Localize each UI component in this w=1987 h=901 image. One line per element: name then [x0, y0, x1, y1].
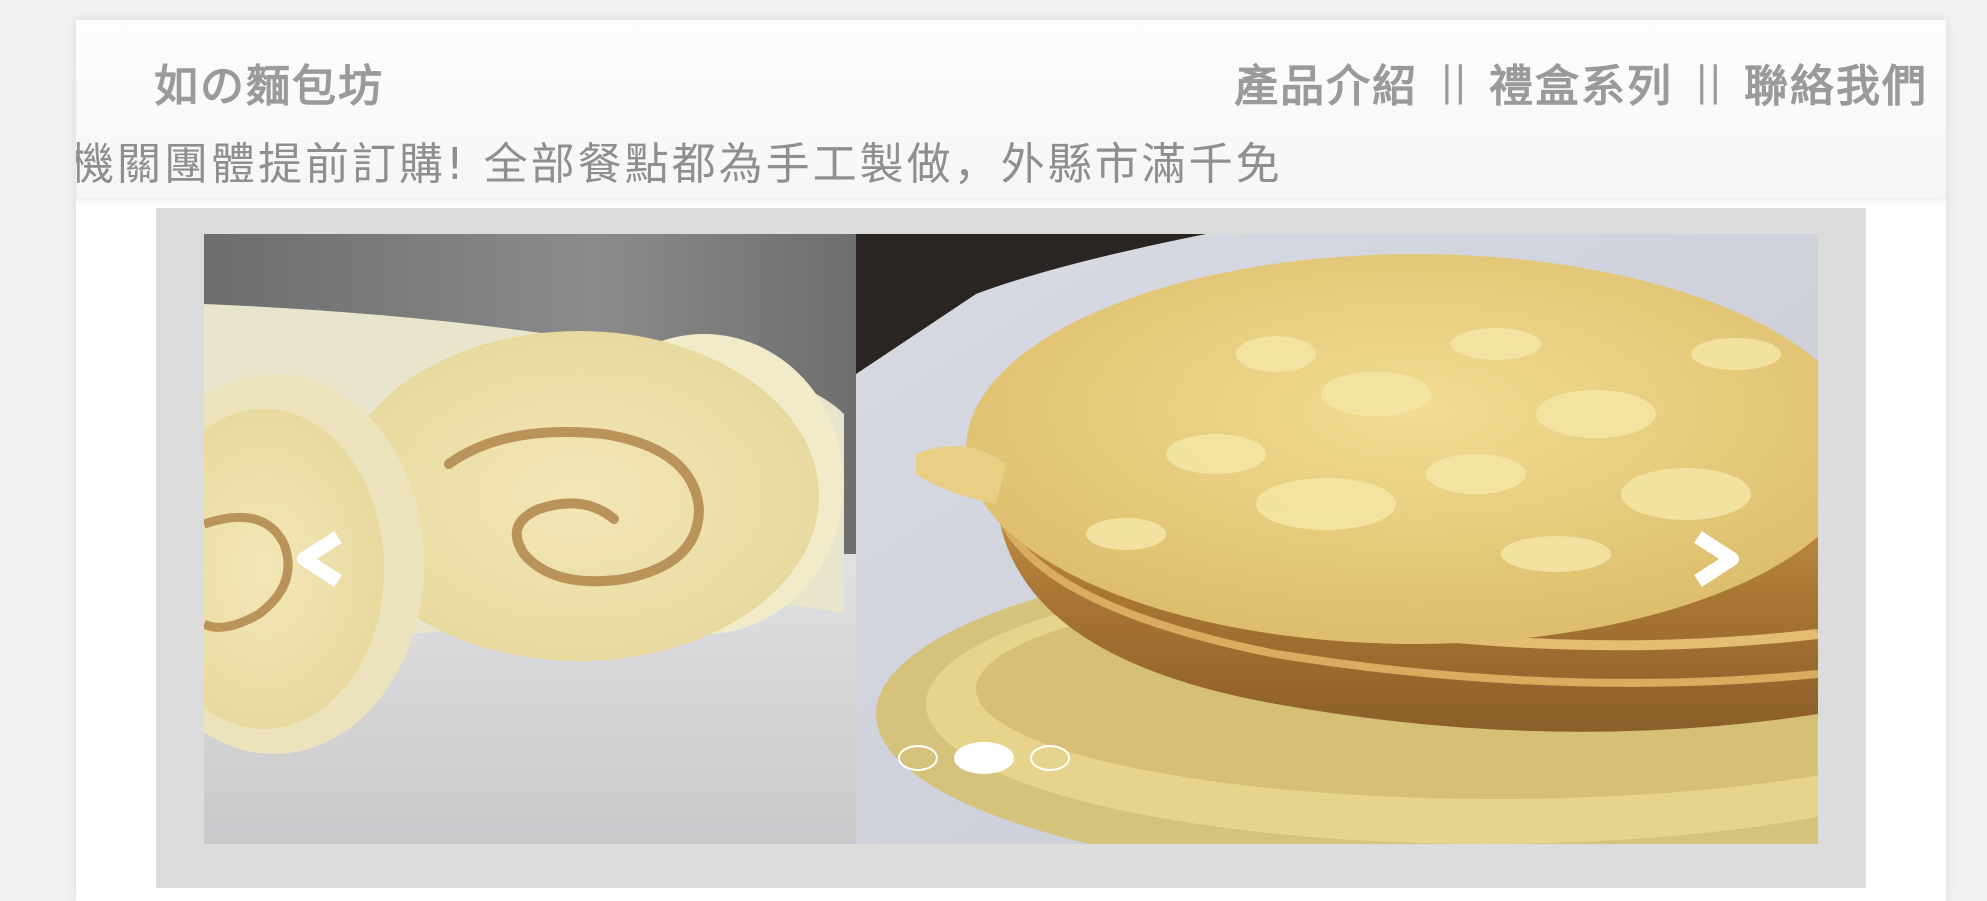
- nav-separator: ||: [1695, 59, 1722, 105]
- nav-products[interactable]: 產品介紹: [1234, 50, 1418, 114]
- carousel-next-button[interactable]: [1670, 519, 1760, 599]
- announcement-text: 機關團體提前訂購! 全部餐點都為手工製做，外縣市滿千免: [76, 139, 1283, 188]
- main-nav: 產品介紹 || 禮盒系列 || 聯絡我們: [1234, 50, 1928, 114]
- image-carousel: [204, 234, 1818, 844]
- chevron-right-icon: [1694, 531, 1739, 587]
- nav-contact[interactable]: 聯絡我們: [1744, 50, 1928, 114]
- carousel-indicator-1[interactable]: [898, 745, 938, 771]
- carousel-indicator-3[interactable]: [1030, 745, 1070, 771]
- page-container: 如の麵包坊 產品介紹 || 禮盒系列 || 聯絡我們 機關團體提前訂購! 全部餐…: [76, 20, 1946, 901]
- announcement-marquee: 機關團體提前訂購! 全部餐點都為手工製做，外縣市滿千免: [76, 128, 1946, 188]
- carousel-indicator-2[interactable]: [954, 742, 1014, 774]
- chevron-left-icon: [297, 531, 342, 587]
- carousel-indicators: [898, 742, 1070, 774]
- site-header: 如の麵包坊 產品介紹 || 禮盒系列 || 聯絡我們 機關團體提前訂購! 全部餐…: [76, 20, 1946, 199]
- nav-separator: ||: [1440, 59, 1468, 105]
- site-logo[interactable]: 如の麵包坊: [154, 50, 384, 114]
- carousel-frame: [156, 208, 1866, 888]
- nav-gift-boxes[interactable]: 禮盒系列: [1489, 50, 1673, 114]
- carousel-prev-button[interactable]: [276, 519, 366, 599]
